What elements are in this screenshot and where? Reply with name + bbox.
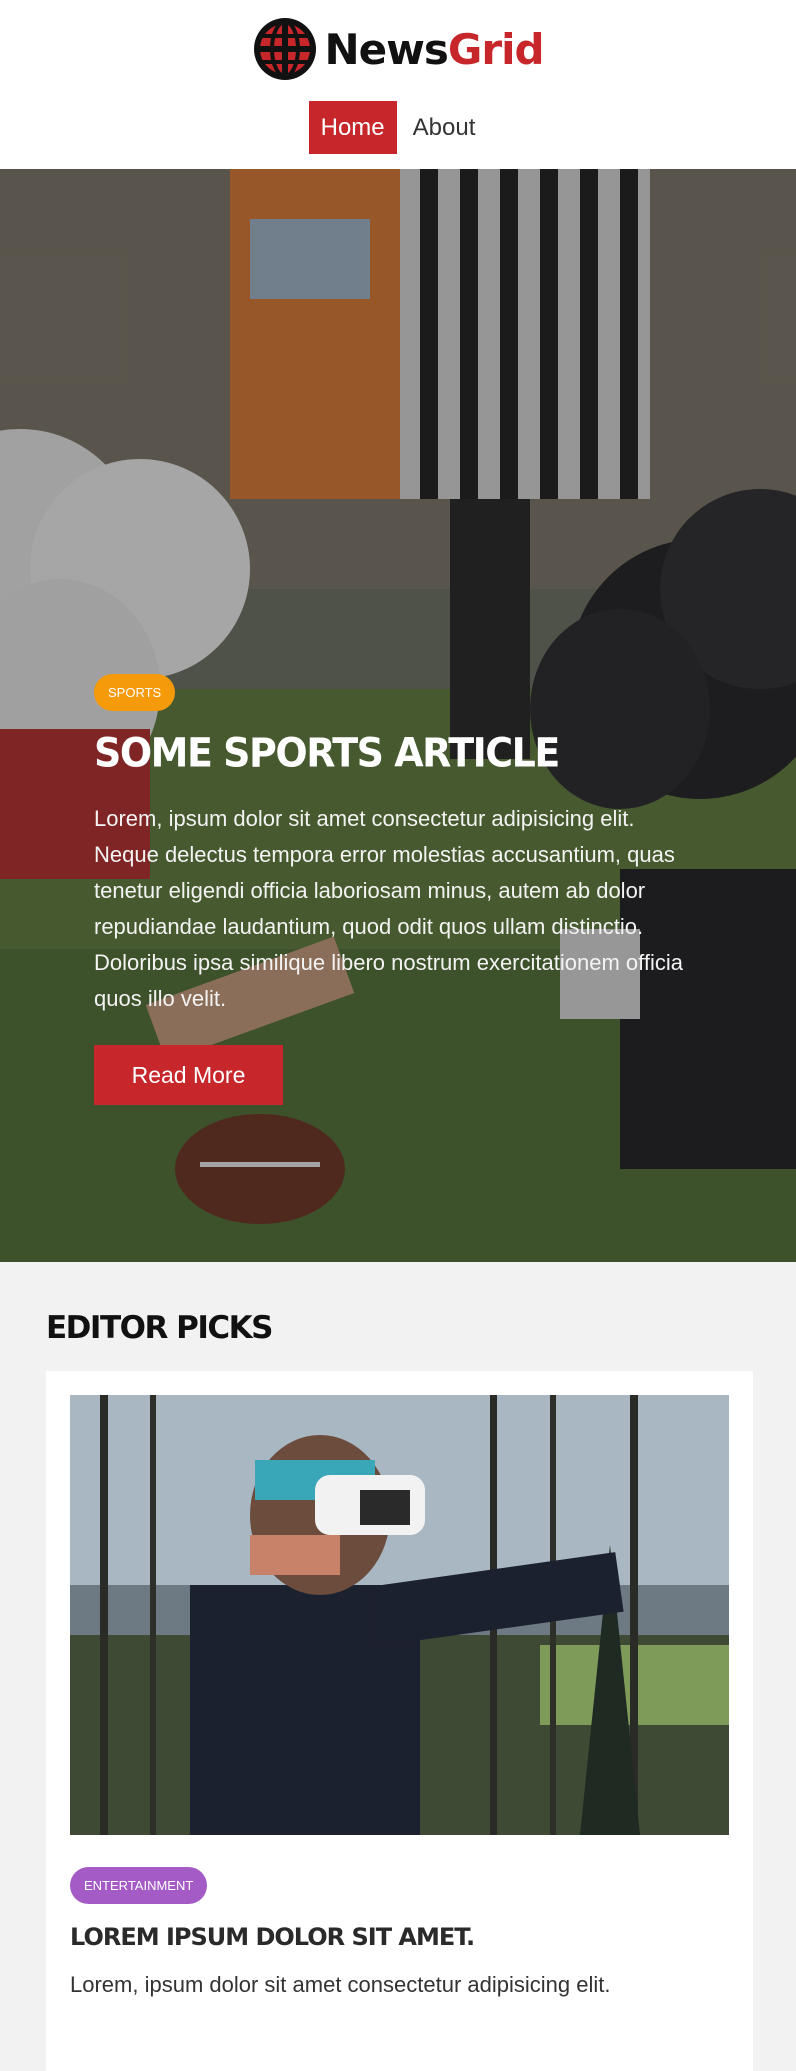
site-header: NewsGrid Home About — [0, 0, 796, 169]
read-more-button[interactable]: Read More — [94, 1044, 283, 1105]
nav-home-link[interactable]: Home — [308, 101, 397, 154]
hero: Sports Some Sports Article Lorem, ipsum … — [0, 169, 796, 1262]
category-badge-entertainment[interactable]: Entertainment — [70, 1867, 208, 1904]
hero-title: Some Sports Article — [94, 729, 560, 777]
article-excerpt: Lorem, ipsum dolor sit amet consectetur … — [70, 1972, 611, 1997]
hero-content: Sports Some Sports Article Lorem, ipsum … — [94, 674, 694, 1105]
article-image — [70, 1395, 729, 1835]
category-badge-sports[interactable]: Sports — [94, 674, 176, 711]
hero-excerpt: Lorem, ipsum dolor sit amet consectetur … — [94, 805, 683, 1011]
logo-word-news: News — [324, 24, 448, 74]
logo[interactable]: NewsGrid — [0, 16, 796, 82]
article-card[interactable]: Entertainment Lorem ipsum dolor sit amet… — [46, 1371, 753, 2071]
editor-picks-section: Editor Picks Entertainment Lorem ipsum d… — [0, 1262, 796, 2071]
nav-about-link[interactable]: About — [401, 101, 488, 154]
article-title[interactable]: Lorem ipsum dolor sit amet. — [70, 1923, 475, 1951]
globe-icon — [254, 18, 317, 80]
section-title: Editor Picks — [46, 1310, 273, 1346]
main-nav: Home About — [0, 101, 796, 154]
logo-word-grid: Grid — [447, 24, 545, 74]
logo-text: NewsGrid — [324, 24, 545, 74]
